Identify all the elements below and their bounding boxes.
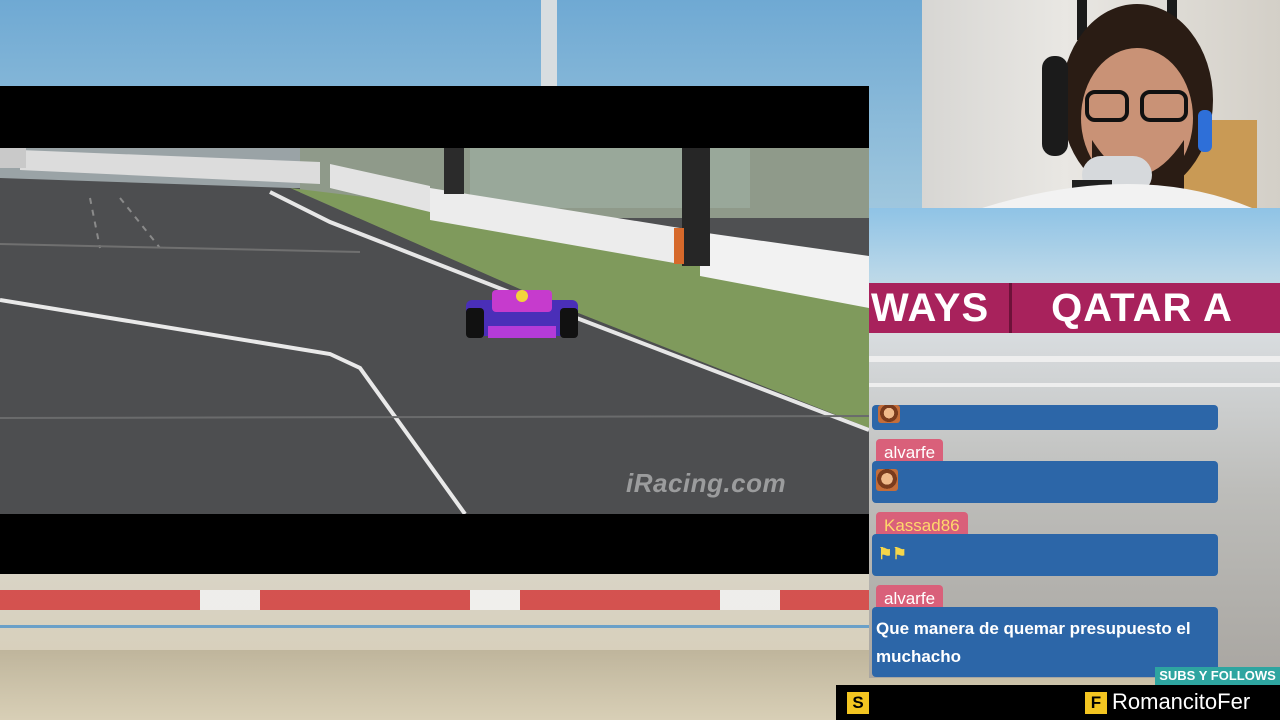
face-emote-icon [878, 405, 900, 423]
social-s-icon: S [847, 692, 869, 714]
subs-follows-label: SUBS Y FOLLOWS [1155, 667, 1280, 685]
chat-message [872, 461, 1218, 503]
banner-text-right: QATAR A [1051, 286, 1233, 330]
chat-message: ⚑⚑ [872, 534, 1218, 576]
background-pole [541, 0, 557, 90]
track-stripe [869, 356, 1280, 362]
race-scene-graphic [0, 148, 869, 514]
chat-message-text: Que manera de quemar presupuesto el much… [876, 619, 1191, 666]
streamer-figure [982, 0, 1257, 208]
banner-divider [1009, 283, 1012, 333]
streamer-handle: RomancitoFer [1112, 689, 1251, 714]
track-stripe [869, 383, 1280, 387]
banner-text-left: WAYS [871, 286, 990, 330]
sponsor-banner: WAYS QATAR A [869, 283, 1280, 333]
face-emote-icon [876, 469, 898, 491]
webcam-feed [922, 0, 1280, 208]
social-f-icon: F [1085, 692, 1107, 714]
game-watermark: iRacing.com [626, 468, 787, 498]
checkered-flags-icon: ⚑⚑ [878, 546, 907, 563]
game-viewport: iRacing.com [0, 148, 869, 514]
chat-message [872, 405, 1218, 430]
